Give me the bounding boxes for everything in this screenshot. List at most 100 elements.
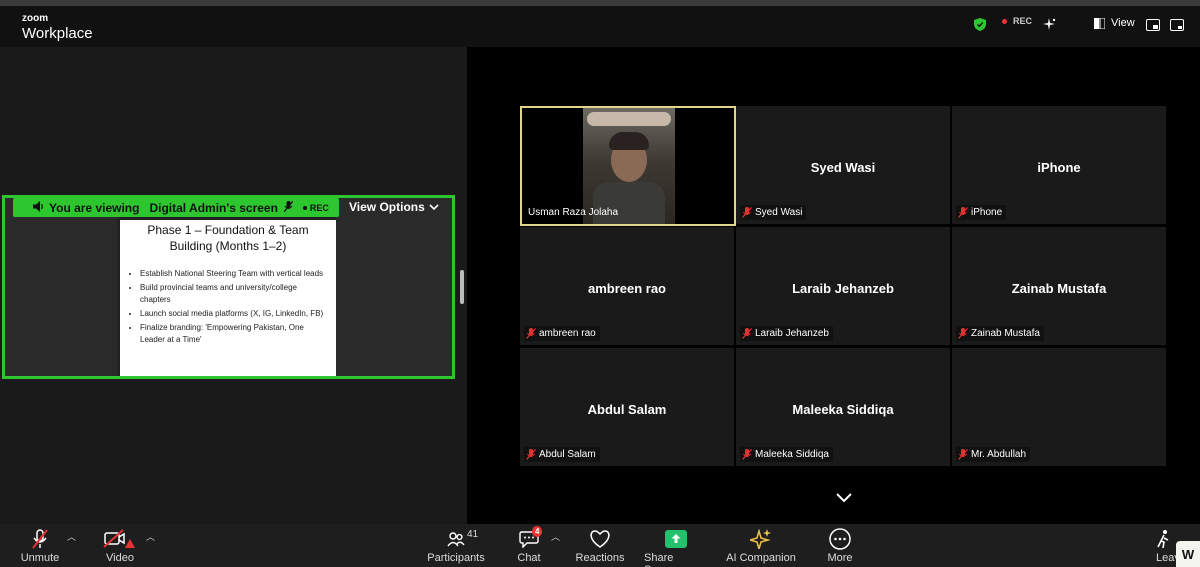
picture-in-picture-icon[interactable] [1146,18,1160,36]
share-screen-icon [665,526,687,552]
participant-name: Syed Wasi [810,160,876,175]
viewing-banner: You are viewing Digital Admin's screen R… [13,198,339,217]
video-off-icon [103,526,137,552]
presentation-slide: Phase 1 – Foundation & Team Building (Mo… [120,220,336,376]
slide-bullet: Build provincial teams and university/co… [140,282,336,306]
audio-options-caret-icon[interactable]: ︿ [67,530,76,543]
brand-top: zoom [22,13,49,24]
muted-mic-icon [742,207,752,218]
chevron-down-icon [429,204,439,210]
fullscreen-icon[interactable] [1170,18,1184,36]
participant-label: Zainab Mustafa [956,326,1044,341]
meeting-toolbar: Unmute ︿ Video ︿ Participants 41 Chat 4 … [0,524,1200,567]
shared-screen-right-margin [336,198,452,376]
participant-tile-active-speaker[interactable]: Usman Raza Jolaha [520,106,736,226]
participant-label-text: Maleeka Siddiqa [755,449,829,460]
chat-options-caret-icon[interactable]: ︿ [551,530,560,543]
leave-figure-icon [1156,526,1172,552]
zoom-window: zoom Workplace REC View Phase 1 – Founda… [0,0,1200,567]
share-screen-button[interactable]: Share Screen [644,526,708,567]
ai-companion-sparkle-icon [750,526,772,552]
rec-label: REC [1013,16,1033,26]
video-hand [587,112,671,126]
participants-label: Participants [427,552,485,564]
rec-dot-icon [1002,18,1007,24]
participant-tile[interactable]: iPhone iPhone [952,106,1166,224]
view-options-label: View Options [349,200,425,214]
view-grid-icon [1094,17,1105,29]
share-rec-label: REC [309,202,329,213]
corner-app-logo: W [1176,541,1200,567]
sharer-muted-mic-icon [283,200,294,215]
participant-label-text: Usman Raza Jolaha [528,207,619,218]
reactions-label: Reactions [575,552,625,564]
shared-screen-frame[interactable]: Phase 1 – Foundation & Team Building (Mo… [2,195,455,379]
participant-name: iPhone [1037,160,1081,175]
participant-label-text: Mr. Abdullah [971,449,1027,460]
viewing-text: You are viewing [49,200,140,215]
view-label: View [1111,17,1135,29]
chat-label: Chat [517,552,541,564]
heart-icon [589,526,611,552]
more-button[interactable]: More [824,526,856,564]
slide-title: Phase 1 – Foundation & Team Building (Mo… [147,223,309,253]
muted-mic-icon [958,449,968,460]
participant-tile[interactable]: Laraib Jehanzeb Laraib Jehanzeb [736,227,950,345]
more-dots-icon [829,526,851,552]
participant-label-text: Abdul Salam [539,449,596,460]
slide-bullet: Establish National Steering Team with ve… [140,268,336,280]
muted-mic-icon [958,328,968,339]
participant-label-text: iPhone [971,207,1003,218]
muted-mic-icon [526,328,536,339]
participant-name: Maleeka Siddiqa [792,402,894,417]
participant-label-text: Zainab Mustafa [971,328,1040,339]
shared-screen-left-margin [5,198,117,376]
participant-label: Laraib Jehanzeb [740,326,833,341]
more-label: More [827,552,853,564]
share-rec-dot-icon [302,205,307,210]
muted-mic-icon [742,449,752,460]
participant-tile[interactable]: ambreen rao ambreen rao [520,227,734,345]
participants-gallery: Usman Raza Jolaha Syed Wasi Syed Wasi iP… [520,106,1167,468]
participant-label-text: Syed Wasi [755,207,803,218]
participant-tile[interactable]: Syed Wasi Syed Wasi [736,106,950,224]
unmute-button[interactable]: Unmute [20,526,60,564]
view-button[interactable]: View [1094,17,1135,29]
participant-name: Laraib Jehanzeb [792,281,894,296]
participant-name: ambreen rao [587,281,667,296]
participants-icon [447,526,465,552]
ai-sparkle-icon[interactable] [1043,18,1056,36]
reactions-button[interactable]: Reactions [576,526,624,564]
video-label: Video [106,552,134,564]
sharer-name: Digital Admin's screen [149,200,278,215]
speaker-icon [33,201,45,215]
encryption-shield-icon[interactable] [974,18,986,36]
participant-label: Mr. Abdullah [956,447,1031,462]
participant-tile[interactable]: Abdul Salam Abdul Salam [520,348,734,466]
next-page-chevron-down-icon[interactable] [836,490,852,508]
muted-mic-icon [32,526,48,552]
participant-label: ambreen rao [524,326,600,341]
participant-label: Maleeka Siddiqa [740,447,833,462]
video-hair [609,132,649,150]
view-options-button[interactable]: View Options [349,200,439,214]
recording-indicator[interactable]: REC [1002,16,1032,26]
ai-companion-button[interactable]: AI Companion [726,526,796,564]
participant-label-text: ambreen rao [539,328,596,339]
video-options-caret-icon[interactable]: ︿ [146,530,155,543]
muted-mic-icon [958,207,968,218]
slide-bullet: Launch social media platforms (X, IG, Li… [140,308,336,320]
participant-tile[interactable]: Maleeka Siddiqa Maleeka Siddiqa [736,348,950,466]
video-button[interactable]: Video [100,526,140,564]
brand-bottom: Workplace [22,25,93,42]
participant-name: Abdul Salam [587,402,667,417]
ai-companion-label: AI Companion [726,552,796,564]
pane-resize-handle[interactable] [460,270,464,304]
share-rec-indicator: REC [302,202,329,213]
participant-label: Usman Raza Jolaha [526,205,622,220]
participant-tile[interactable]: Zainab Mustafa Zainab Mustafa [952,227,1166,345]
slide-bullets: Establish National Steering Team with ve… [140,268,336,346]
participant-label: Abdul Salam [524,447,600,462]
participant-tile[interactable]: Mr. Abdullah [952,348,1166,466]
participants-count: 41 [467,529,479,540]
